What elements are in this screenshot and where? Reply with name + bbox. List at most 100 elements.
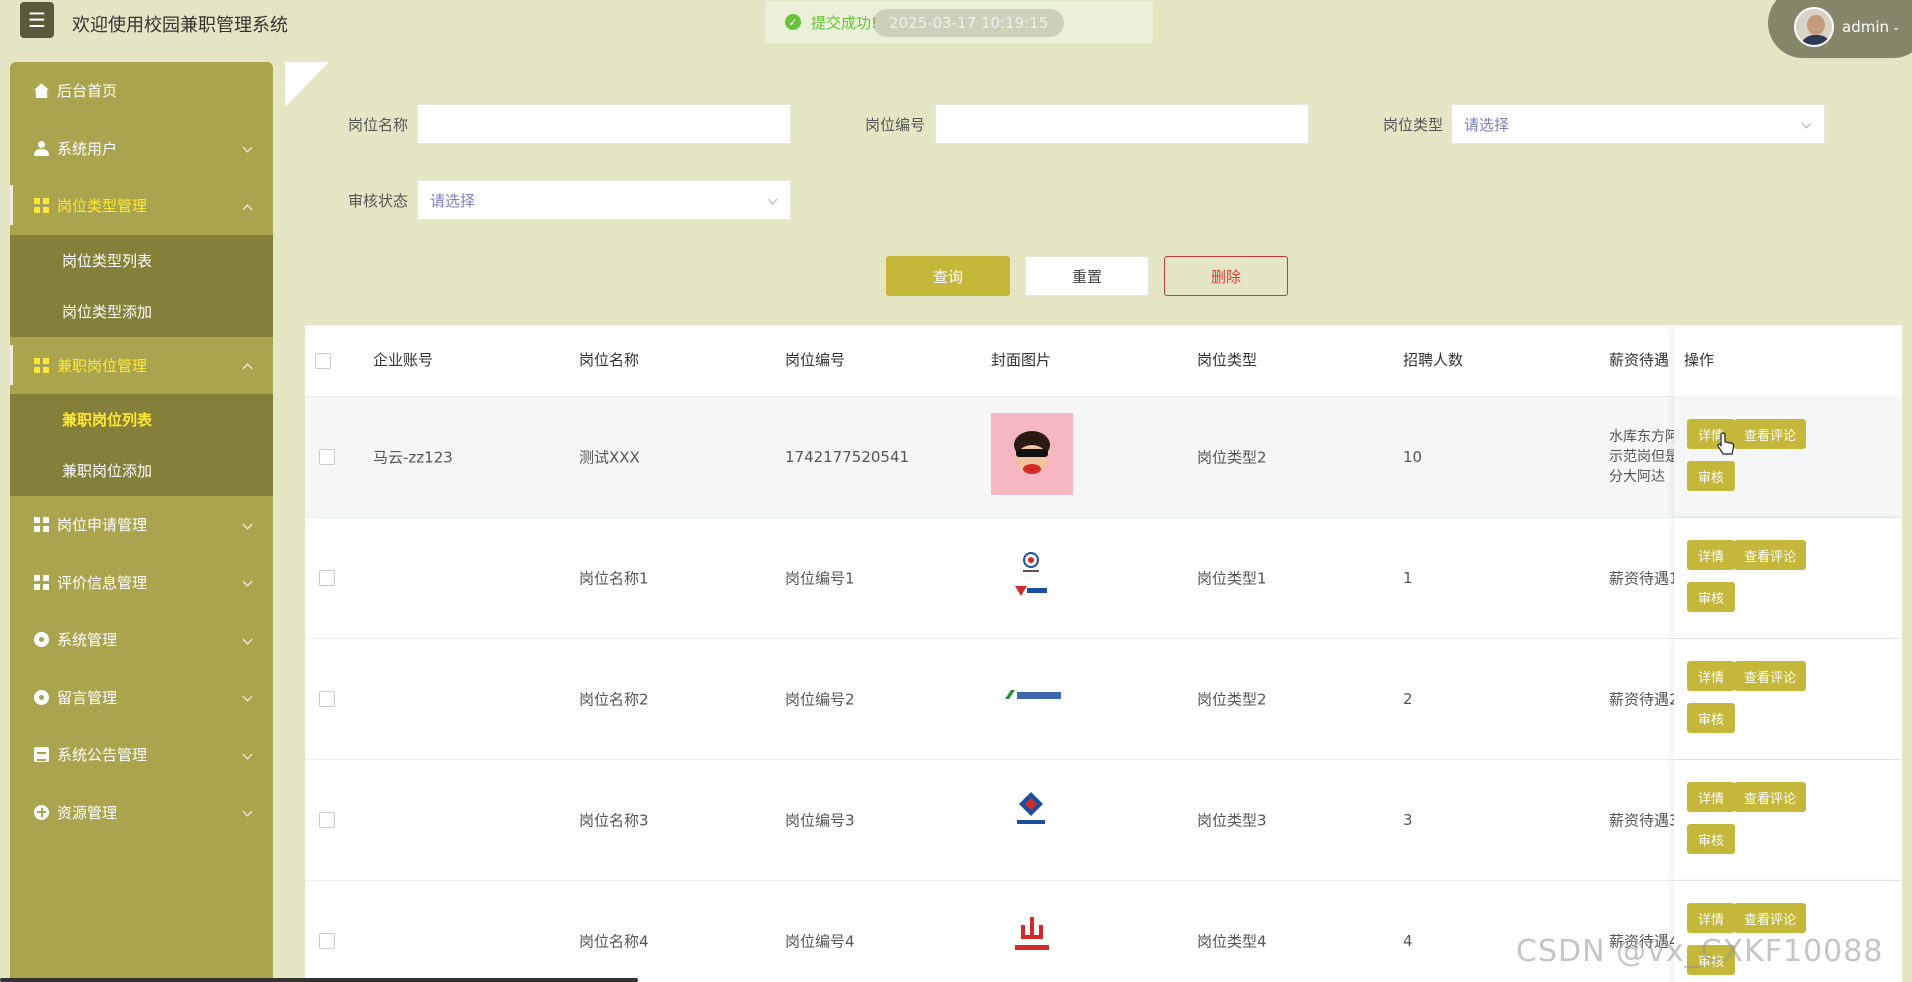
reset-button[interactable]: 重置 (1025, 256, 1149, 296)
cell-headcount: 10 (1403, 448, 1423, 466)
grid-icon (34, 517, 49, 533)
row-checkbox[interactable] (319, 691, 335, 707)
sidebar-item-label: 兼职岗位管理 (57, 356, 148, 375)
company-logo-image (1015, 917, 1049, 950)
query-button[interactable]: 查询 (886, 256, 1010, 296)
success-toast: ✓ 提交成功! 2025-03-17 10:19:15 (764, 0, 1154, 44)
sidebar-item-announcements[interactable]: 系统公告管理 (10, 726, 273, 784)
submenu-parttime-jobs: 兼职岗位列表 兼职岗位添加 (10, 394, 273, 496)
row-checkbox[interactable] (319, 812, 335, 828)
cell-job-name: 岗位名称3 (579, 811, 649, 830)
main-content: 岗位名称 岗位编号 岗位类型 请选择 审核状态 请选择 查询 重置 删除 企业账… (285, 62, 1912, 982)
cell-headcount: 3 (1403, 811, 1413, 829)
row-checkbox[interactable] (319, 570, 335, 586)
chevron-down-icon: ⌄ (1892, 21, 1901, 33)
submenu-item-job-type-add[interactable]: 岗位类型添加 (10, 286, 273, 337)
col-job-code: 岗位编号 (785, 351, 846, 369)
cell-job-type: 岗位类型2 (1197, 448, 1267, 467)
avatar (1794, 7, 1834, 47)
user-name: admin (1842, 18, 1889, 36)
cell-job-name: 岗位名称4 (579, 932, 649, 951)
top-bar: ☰ 欢迎使用校园兼职管理系统 ✓ 提交成功! 2025-03-17 10:19:… (0, 0, 1912, 62)
sidebar-item-parttime-jobs[interactable]: 兼职岗位管理 (10, 337, 273, 395)
detail-button[interactable]: 详情 (1687, 782, 1735, 812)
view-comments-button[interactable]: 查看评论 (1734, 903, 1806, 933)
cell-job-code: 1742177520541 (785, 448, 910, 466)
grid-icon (34, 357, 49, 373)
cell-job-type: 岗位类型2 (1197, 690, 1267, 709)
audit-button[interactable]: 审核 (1687, 824, 1735, 854)
home-icon (34, 83, 49, 99)
gear-icon (34, 689, 49, 705)
view-comments-button[interactable]: 查看评论 (1734, 661, 1806, 691)
sidebar-item-home[interactable]: 后台首页 (10, 62, 273, 120)
submenu-item-parttime-job-add[interactable]: 兼职岗位添加 (10, 445, 273, 496)
toast-message: 提交成功! (811, 13, 878, 32)
sidebar-item-reviews[interactable]: 评价信息管理 (10, 554, 273, 612)
ops-header-cell: 操作 (1674, 325, 1902, 397)
sidebar-item-label: 系统用户 (57, 139, 118, 158)
view-comments-button[interactable]: 查看评论 (1734, 419, 1806, 449)
ops-cell: 详情 查看评论 审核 (1674, 639, 1902, 759)
cell-account: 马云-zz123 (373, 448, 453, 467)
job-code-label: 岗位编号 (865, 116, 926, 134)
job-type-label: 岗位类型 (1383, 116, 1444, 134)
sidebar-item-resources[interactable]: 资源管理 (10, 784, 273, 842)
sidebar-item-messages[interactable]: 留言管理 (10, 669, 273, 727)
audit-button[interactable]: 审核 (1687, 461, 1735, 491)
delete-button[interactable]: 删除 (1164, 256, 1288, 296)
select-all-checkbox[interactable] (315, 353, 331, 369)
salary-line: 分大阿达 (1609, 469, 1665, 485)
sidebar-item-system-users[interactable]: 系统用户 (10, 120, 273, 178)
row-checkbox[interactable] (319, 933, 335, 949)
chevron-down-icon (767, 194, 778, 205)
cell-job-type: 岗位类型1 (1197, 569, 1267, 588)
detail-button[interactable]: 详情 (1687, 540, 1735, 570)
menu-toggle-icon[interactable]: ☰ (20, 2, 54, 38)
chevron-down-icon (242, 634, 253, 645)
salary-line: 水库东方阿 (1609, 429, 1679, 445)
audit-status-placeholder: 请选择 (430, 191, 476, 210)
cell-job-name: 岗位名称1 (579, 569, 649, 588)
row-checkbox[interactable] (319, 449, 335, 465)
detail-button[interactable]: 详情 (1687, 903, 1735, 933)
job-table: 企业账号 岗位名称 岗位编号 封面图片 岗位类型 招聘人数 薪资待遇 操作 马云… (305, 325, 1902, 982)
cell-salary: 薪资待遇2 (1609, 690, 1679, 709)
job-name-input[interactable] (417, 104, 791, 144)
audit-button[interactable]: 审核 (1687, 703, 1735, 733)
horizontal-scrollbar[interactable] (0, 978, 638, 982)
sidebar-item-label: 评价信息管理 (57, 573, 148, 592)
job-code-input[interactable] (935, 104, 1309, 144)
gear-icon (34, 632, 49, 648)
col-job-name: 岗位名称 (579, 351, 640, 369)
audit-button[interactable]: 审核 (1687, 582, 1735, 612)
salary-line: 示范岗但是 (1609, 449, 1679, 465)
col-salary: 薪资待遇 (1609, 351, 1670, 369)
sidebar-item-system-management[interactable]: 系统管理 (10, 611, 273, 669)
submenu-item-parttime-job-list[interactable]: 兼职岗位列表 (10, 394, 273, 445)
col-actions: 操作 (1684, 351, 1715, 369)
detail-button[interactable]: 详情 (1687, 661, 1735, 691)
chevron-down-icon (242, 691, 253, 702)
chevron-down-icon (1801, 118, 1812, 129)
chevron-up-icon (242, 204, 253, 215)
sidebar-item-job-types[interactable]: 岗位类型管理 (10, 177, 273, 235)
cell-job-code: 岗位编号1 (785, 569, 855, 588)
ops-cell: 详情 查看评论 审核 (1674, 397, 1902, 517)
ops-cell: 详情 查看评论 审核 (1674, 518, 1902, 638)
table-row: 岗位名称2 岗位编号2 岗位类型2 2 薪资待遇2 详情 查看评论 审核 (305, 639, 1902, 760)
cell-job-type: 岗位类型4 (1197, 932, 1267, 951)
grid-icon (34, 574, 49, 590)
job-type-select[interactable]: 请选择 (1451, 104, 1825, 144)
view-comments-button[interactable]: 查看评论 (1734, 782, 1806, 812)
sidebar-item-applications[interactable]: 岗位申请管理 (10, 496, 273, 554)
col-headcount: 招聘人数 (1403, 351, 1464, 369)
view-comments-button[interactable]: 查看评论 (1734, 540, 1806, 570)
submenu-item-job-type-list[interactable]: 岗位类型列表 (10, 235, 273, 286)
col-cover-image: 封面图片 (991, 351, 1052, 369)
col-account: 企业账号 (373, 351, 434, 369)
user-menu[interactable]: admin ⌄ (1768, 0, 1912, 58)
sidebar-item-label: 后台首页 (57, 82, 118, 101)
audit-status-select[interactable]: 请选择 (417, 180, 791, 220)
table-row: 岗位名称1 岗位编号1 岗位类型1 1 薪资待遇1 详情 查看评论 审核 (305, 518, 1902, 639)
